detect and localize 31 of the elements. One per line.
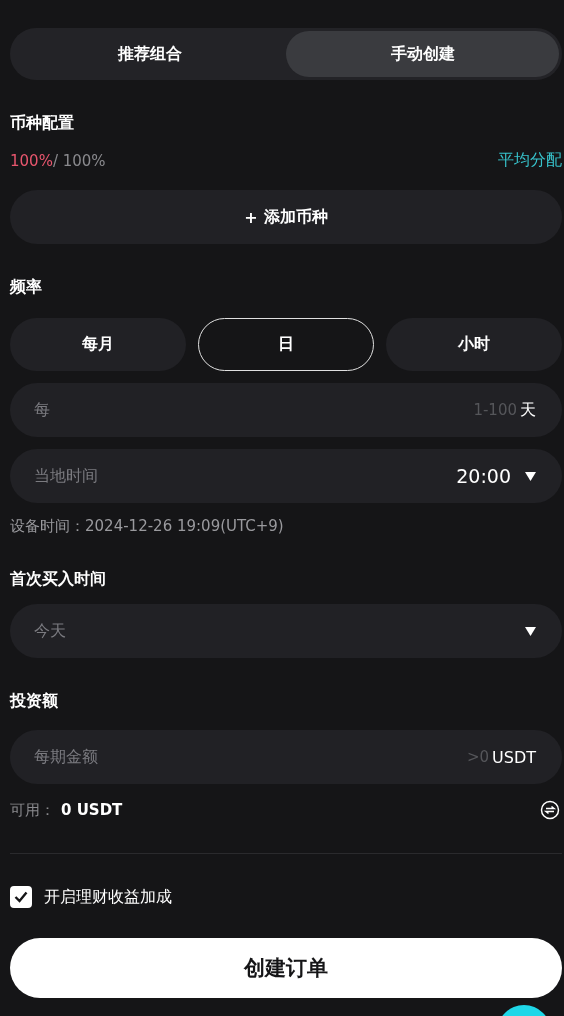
section-title: 投资额 bbox=[10, 691, 59, 712]
caret-icon bbox=[525, 626, 536, 636]
section-title: 频率 bbox=[10, 277, 43, 298]
caret-icon bbox=[525, 471, 536, 481]
allocated-percent: 100% bbox=[10, 151, 53, 170]
first-buy-value: 今天 bbox=[34, 620, 67, 642]
available-balance: 0 USDT bbox=[61, 801, 124, 819]
unit-label: 天 bbox=[520, 399, 536, 421]
section-title: 币种配置 bbox=[10, 113, 75, 134]
frequency-option[interactable]: 小时 bbox=[386, 318, 562, 371]
bonus-checkbox[interactable] bbox=[10, 886, 32, 908]
add-coin-button[interactable]: + 添加币种 bbox=[10, 190, 562, 244]
create-order-button[interactable]: 创建订单 bbox=[10, 938, 562, 998]
total-percent: / 100% bbox=[52, 151, 106, 170]
checkmark-icon bbox=[14, 891, 28, 903]
first-buy-select[interactable]: 今天 bbox=[10, 604, 562, 658]
currency-unit: USDT bbox=[492, 747, 536, 767]
amount-placeholder: 每期金额 bbox=[34, 746, 99, 768]
time-label: 当地时间 bbox=[34, 465, 99, 487]
section-title: 首次买入时间 bbox=[10, 569, 107, 590]
time-value: 20:00 bbox=[456, 465, 511, 487]
bonus-label: 开启理财收益加成 bbox=[44, 886, 172, 908]
mode-tab[interactable]: 推荐组合 bbox=[13, 31, 286, 77]
available-label: 可用： bbox=[10, 800, 55, 820]
frequency-option[interactable]: 每月 bbox=[10, 318, 186, 371]
even-split-link[interactable]: 平均分配 bbox=[498, 150, 562, 171]
device-time: 设备时间：2024-12-26 19:09(UTC+9) bbox=[10, 517, 285, 536]
mode-tab[interactable]: 手动创建 bbox=[286, 31, 559, 77]
interval-placeholder: 每 bbox=[34, 399, 51, 421]
transfer-icon[interactable] bbox=[540, 800, 560, 820]
time-select[interactable]: 当地时间 20:00 bbox=[10, 449, 562, 503]
